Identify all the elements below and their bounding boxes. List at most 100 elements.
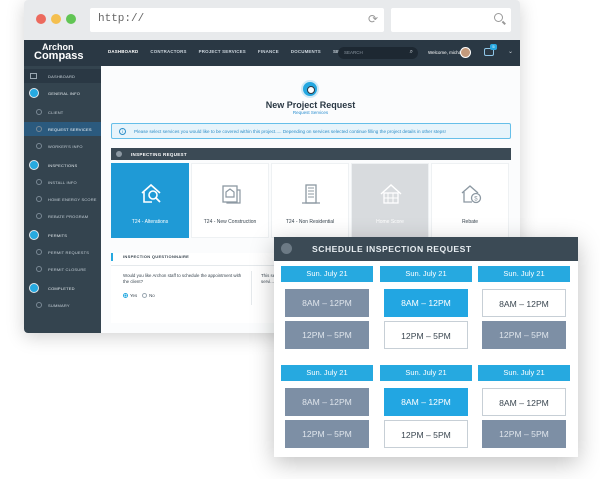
sidebar-item-permit-closure[interactable]: PERMIT CLOSURE (24, 262, 101, 276)
close-icon[interactable] (281, 243, 292, 254)
time-slot-button[interactable]: 12PM – 5PM (285, 420, 369, 448)
time-slot-button[interactable]: 12PM – 5PM (384, 420, 468, 448)
search-icon: ⌕ (409, 49, 413, 55)
reload-icon[interactable]: ⟳ (368, 12, 378, 27)
sidebar-item-label: REQUEST SERVICES (48, 127, 92, 132)
sidebar-item-label: COMPLETED (48, 286, 75, 291)
questionnaire-title: INSPECTION QUESTIONNAIRE (111, 253, 271, 261)
sidebar-item-label: WORKER'S INFO (48, 144, 83, 149)
office-building-icon (299, 182, 323, 206)
service-tile-t24-non-residential[interactable]: T24 - Non Residential (271, 163, 349, 238)
service-tile-t24-new-construction[interactable]: T24 - New Construction (191, 163, 269, 238)
nav-item-project-services[interactable]: PROJECT SERVICES (199, 49, 246, 54)
time-slot-button[interactable]: 12PM – 5PM (285, 321, 369, 349)
section-dot-icon (116, 151, 122, 157)
time-slot-button[interactable]: 8AM – 12PM (384, 289, 468, 317)
no-radio[interactable] (142, 293, 148, 299)
service-tile-label: T24 - Non Residential (285, 219, 335, 225)
sidebar-item-install-info[interactable]: INSTALL INFO (24, 175, 101, 189)
time-slot-button[interactable]: 8AM – 12PM (285, 289, 369, 317)
date-header: Sun. July 21 (380, 365, 472, 381)
service-tile-home-score[interactable]: Home Score (351, 163, 429, 238)
divider (251, 271, 252, 305)
sidebar-item-label: PERMIT CLOSURE (48, 267, 87, 272)
service-tile-rebate[interactable]: $ Rebate (431, 163, 509, 238)
logo-line2: Compass (34, 50, 84, 62)
date-header: Sun. July 21 (478, 365, 570, 381)
sidebar-item-request-services[interactable]: REQUEST SERVICES (24, 122, 101, 136)
service-tile-label: Rebate (461, 219, 479, 225)
nav-item-contractors[interactable]: CONTRACTORS (150, 49, 186, 54)
modal-header: SCHEDULE INSPECTION REQUEST (274, 237, 578, 261)
date-header: Sun. July 21 (380, 266, 472, 282)
sidebar-item-general-info[interactable]: GENERAL INFO (24, 86, 101, 100)
schedule-radio-group: Yes No (123, 293, 155, 299)
sidebar-item-worker-s-info[interactable]: WORKER'S INFO (24, 139, 101, 153)
yes-label: Yes (130, 293, 138, 298)
maximize-window-button[interactable] (66, 14, 76, 24)
sidebar-item-completed[interactable]: COMPLETED (24, 281, 101, 295)
app-search-placeholder: SEARCH (344, 50, 363, 55)
sidebar-item-summary[interactable]: SUMMARY (24, 298, 101, 312)
info-icon: i (119, 128, 126, 135)
yes-radio[interactable] (123, 293, 128, 299)
nav-item-dashboard[interactable]: DASHBOARD (108, 49, 138, 54)
sidebar-item-permits[interactable]: PERMITS (24, 228, 101, 242)
modal-title: SCHEDULE INSPECTION REQUEST (312, 244, 472, 254)
info-banner: i Please select services you would like … (111, 123, 511, 139)
sidebar-item-dashboard[interactable]: DASHBOARD (24, 69, 101, 83)
questionnaire-question: Would you like Archon staff to schedule … (123, 273, 242, 284)
sidebar-item-label: PERMITS (48, 233, 68, 238)
circle-icon (36, 266, 42, 272)
top-nav: DASHBOARD CONTRACTORS PROJECT SERVICES FINA… (108, 49, 357, 54)
compass-logo-icon (301, 80, 319, 98)
house-grid-icon (379, 182, 403, 206)
inspecting-request-header: INSPECTING REQUEST (111, 148, 511, 160)
date-header: Sun. July 21 (478, 266, 570, 282)
nav-item-finance[interactable]: FINANCE (258, 49, 279, 54)
nav-item-documents[interactable]: DOCUMENTS (291, 49, 321, 54)
time-slot-button[interactable]: 12PM – 5PM (384, 321, 468, 349)
time-slot-button[interactable]: 12PM – 5PM (482, 420, 566, 448)
sidebar-item-rebate-program[interactable]: REBATE PROGRAM (24, 209, 101, 223)
sidebar-item-label: DASHBOARD (48, 74, 76, 79)
service-tile-label: T24 - New Construction (203, 219, 257, 225)
circle-icon (36, 109, 42, 115)
time-slot-button[interactable]: 12PM – 5PM (482, 321, 566, 349)
stage: http:// ⟳ Archon Compass DASHBOARD CONTRA… (0, 0, 600, 479)
chevron-down-icon[interactable]: ⌄ (508, 48, 513, 55)
time-slot-button[interactable]: 8AM – 12PM (285, 388, 369, 416)
address-bar[interactable]: http:// ⟳ (90, 8, 384, 32)
inspecting-header-label: INSPECTING REQUEST (131, 152, 187, 157)
sidebar-item-permit-requests[interactable]: PERMIT REQUESTS (24, 245, 101, 259)
close-window-button[interactable] (36, 14, 46, 24)
sidebar-item-inspections[interactable]: INSPECTIONS (24, 158, 101, 172)
sidebar-item-label: INSPECTIONS (48, 163, 78, 168)
section-step-icon (29, 160, 39, 170)
no-label: No (149, 293, 155, 298)
browser-chrome: http:// ⟳ (24, 0, 520, 40)
sidebar-item-home-energy-score[interactable]: HOME ENERGY SCORE (24, 192, 101, 206)
avatar[interactable] (460, 47, 471, 58)
dashboard-icon (30, 73, 37, 79)
sidebar-item-label: GENERAL INFO (48, 91, 81, 96)
service-tile-t24-alterations[interactable]: T24 - Alterations (111, 163, 189, 238)
page-title: New Project Request (265, 100, 356, 110)
section-step-icon (29, 230, 39, 240)
sidebar-item-label: HOME ENERGY SCORE (48, 197, 97, 202)
date-header: Sun. July 21 (281, 365, 373, 381)
info-text: Please select services you would like to… (134, 129, 446, 134)
app-search-input[interactable]: SEARCH ⌕ (338, 47, 418, 59)
archon-compass-logo[interactable]: Archon Compass (34, 43, 89, 63)
section-step-icon (29, 283, 39, 293)
sidebar-item-client[interactable]: CLIENT (24, 105, 101, 119)
minimize-window-button[interactable] (51, 14, 61, 24)
time-slot-button[interactable]: 8AM – 12PM (384, 388, 468, 416)
search-icon (494, 13, 503, 22)
browser-search-box[interactable] (391, 8, 511, 32)
time-slot-button[interactable]: 8AM – 12PM (482, 289, 566, 317)
time-slot-button[interactable]: 8AM – 12PM (482, 388, 566, 416)
house-search-icon (139, 182, 163, 206)
service-tiles: T24 - Alterations T24 - New Construction T… (111, 163, 511, 238)
sidebar-item-label: CLIENT (48, 110, 64, 115)
